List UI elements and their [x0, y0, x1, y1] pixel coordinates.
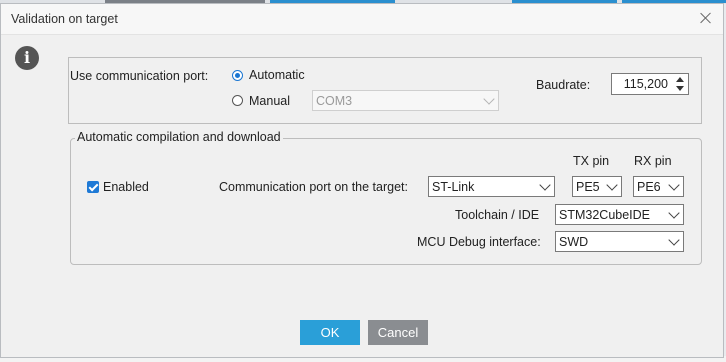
manual-port-value: COM3 [316, 94, 353, 108]
ok-button[interactable]: OK [300, 320, 360, 345]
tx-pin-label: TX pin [573, 154, 610, 168]
debug-interface-label: MCU Debug interface: [417, 235, 541, 249]
baudrate-spinner[interactable]: 115,200 [611, 73, 689, 95]
manual-label[interactable]: Manual [249, 94, 290, 108]
spin-up-icon[interactable] [676, 77, 684, 82]
chevron-down-icon [606, 179, 618, 191]
tx-pin-select[interactable]: PE5 [572, 176, 622, 197]
enabled-checkbox[interactable] [87, 181, 99, 193]
compilation-group: Automatic compilation and download Enabl… [70, 130, 702, 265]
communication-port-box: Use communication port: Automatic Manual… [68, 57, 702, 124]
baudrate-value[interactable]: 115,200 [624, 77, 668, 91]
chevron-down-icon [483, 93, 495, 105]
tx-pin-value: PE5 [576, 180, 600, 194]
validation-dialog: Validation on target i Use communication… [0, 3, 724, 358]
automatic-radio[interactable] [232, 70, 243, 81]
manual-radio[interactable] [232, 95, 243, 106]
info-icon: i [15, 46, 39, 70]
dialog-title: Validation on target [11, 12, 118, 26]
manual-port-select[interactable]: COM3 [312, 90, 499, 111]
toolchain-value: STM32CubeIDE [559, 208, 651, 222]
close-icon[interactable] [699, 11, 713, 25]
title-bar: Validation on target [1, 4, 723, 35]
chevron-down-icon [539, 179, 551, 191]
comm-port-select[interactable]: ST-Link [428, 176, 555, 197]
rx-pin-value: PE6 [637, 180, 661, 194]
automatic-label[interactable]: Automatic [249, 68, 305, 82]
baudrate-label: Baudrate: [536, 78, 591, 92]
use-port-label: Use communication port: [70, 69, 209, 83]
toolchain-label: Toolchain / IDE [455, 208, 540, 222]
chevron-down-icon [668, 179, 680, 191]
rx-pin-select[interactable]: PE6 [633, 176, 684, 197]
chevron-down-icon [668, 207, 680, 219]
comm-port-value: ST-Link [432, 180, 475, 194]
enabled-label[interactable]: Enabled [103, 180, 149, 194]
rx-pin-label: RX pin [634, 154, 672, 168]
toolchain-select[interactable]: STM32CubeIDE [555, 204, 684, 225]
chevron-down-icon [668, 234, 680, 246]
spin-down-icon[interactable] [676, 86, 684, 91]
debug-interface-select[interactable]: SWD [555, 231, 684, 252]
group-title: Automatic compilation and download [75, 130, 283, 144]
comm-port-label: Communication port on the target: [219, 180, 408, 194]
cancel-button[interactable]: Cancel [368, 320, 428, 345]
debug-interface-value: SWD [559, 235, 589, 249]
